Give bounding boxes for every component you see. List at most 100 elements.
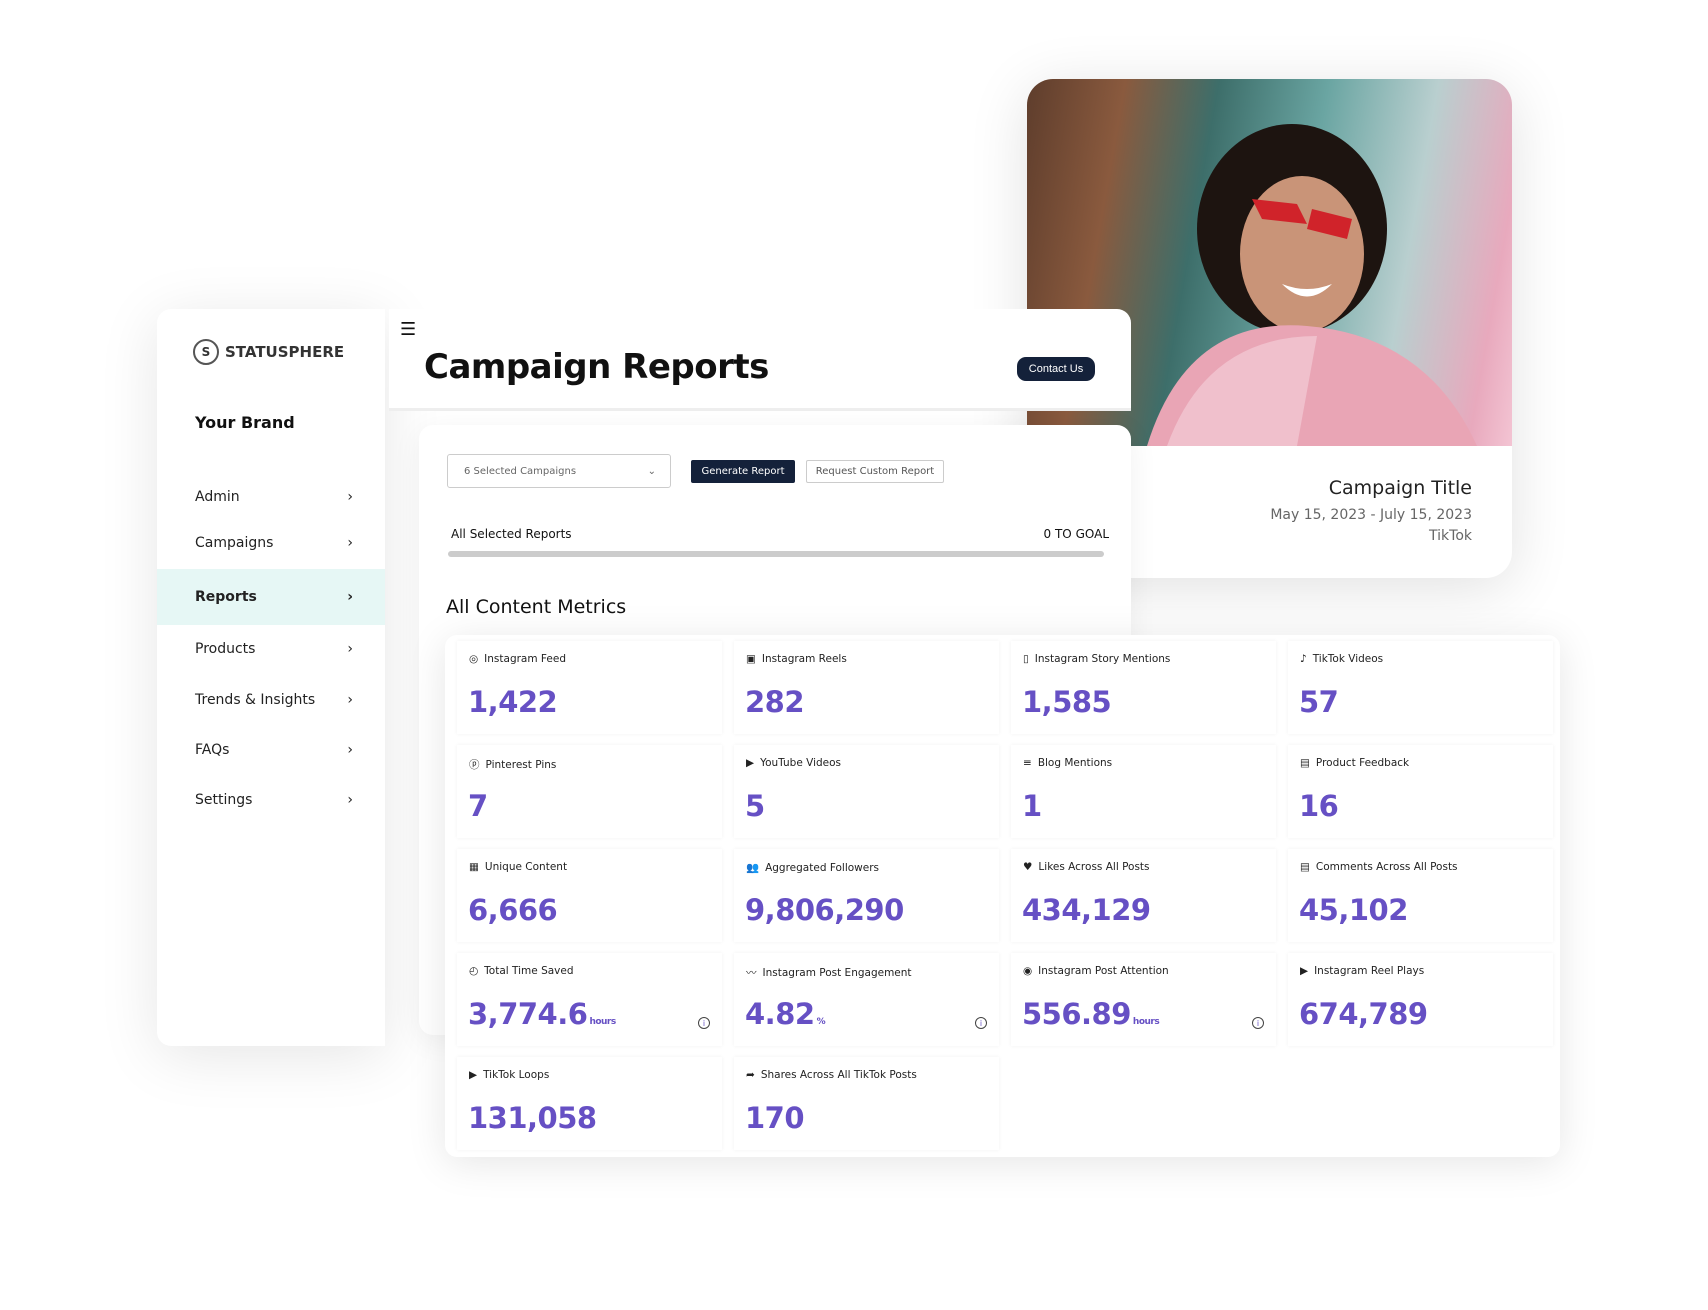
metric-label: TikTok Videos bbox=[1312, 653, 1384, 665]
reels-icon: ▣ bbox=[746, 653, 756, 665]
blog-icon: ≡ bbox=[1023, 757, 1032, 769]
metric-value: 7 bbox=[468, 789, 488, 823]
sidebar-item-label: Settings bbox=[195, 792, 253, 808]
metric-unit: hours bbox=[589, 1017, 616, 1027]
metric-card: ▤ Product Feedback 16 bbox=[1288, 745, 1553, 838]
metric-card: ⓟ Pinterest Pins 7 bbox=[457, 745, 722, 838]
page-header: ☰ Campaign Reports Contact Us bbox=[389, 309, 1131, 411]
logo-icon: S bbox=[193, 339, 219, 365]
feedback-icon: ▤ bbox=[1300, 757, 1310, 769]
comment-icon: ▤ bbox=[1300, 861, 1310, 873]
metric-label: Total Time Saved bbox=[484, 965, 574, 977]
goal-text: 0 TO GOAL bbox=[1043, 527, 1109, 541]
chevron-down-icon: ⌄ bbox=[647, 465, 656, 477]
sidebar-item-faqs[interactable]: FAQs › bbox=[157, 722, 385, 778]
sidebar-item-label: Campaigns bbox=[195, 535, 274, 551]
sidebar-item-campaigns[interactable]: Campaigns › bbox=[157, 515, 385, 571]
metric-value: 556.89 bbox=[1022, 997, 1131, 1031]
heart-icon: ♥ bbox=[1023, 861, 1033, 873]
campaign-platform: TikTok bbox=[1429, 528, 1472, 544]
metric-card: ▦ Unique Content 6,666 bbox=[457, 849, 722, 942]
metric-label: Unique Content bbox=[484, 861, 568, 873]
metric-card: ◴ Total Time Saved 3,774.6 hours i bbox=[457, 953, 722, 1046]
request-custom-report-button[interactable]: Request Custom Report bbox=[806, 460, 944, 483]
campaign-dates: May 15, 2023 - July 15, 2023 bbox=[1270, 507, 1472, 523]
chevron-right-icon: › bbox=[347, 589, 353, 605]
metric-card: ▤ Comments Across All Posts 45,102 bbox=[1288, 849, 1553, 942]
chevron-right-icon: › bbox=[347, 792, 353, 808]
info-icon[interactable]: i bbox=[1252, 1017, 1264, 1029]
logo-text: STATUSPHERE bbox=[225, 343, 345, 361]
metric-card: 〰 Instagram Post Engagement 4.82% i bbox=[734, 953, 999, 1046]
info-icon[interactable]: i bbox=[975, 1017, 987, 1029]
metric-card: ▶ TikTok Loops 131,058 bbox=[457, 1057, 722, 1150]
tiktok-icon: ♪ bbox=[1300, 653, 1307, 665]
metric-value: 282 bbox=[745, 685, 805, 719]
chevron-right-icon: › bbox=[347, 489, 353, 505]
sidebar-item-label: FAQs bbox=[195, 742, 230, 758]
metric-card: ≡ Blog Mentions 1 bbox=[1011, 745, 1276, 838]
metric-value: 1,422 bbox=[468, 685, 558, 719]
metric-value: 45,102 bbox=[1299, 893, 1408, 927]
trend-icon: 〰 bbox=[746, 967, 757, 979]
instagram-icon: ◎ bbox=[469, 653, 479, 665]
followers-icon: 👥 bbox=[746, 862, 760, 874]
contact-us-button[interactable]: Contact Us bbox=[1017, 357, 1095, 381]
sidebar-item-reports[interactable]: Reports › bbox=[157, 569, 385, 625]
metric-value: 16 bbox=[1299, 789, 1339, 823]
youtube-icon: ▶ bbox=[746, 757, 755, 769]
metric-card: ♪ TikTok Videos 57 bbox=[1288, 641, 1553, 734]
chevron-right-icon: › bbox=[347, 535, 353, 551]
campaign-select[interactable]: 6 Selected Campaigns ⌄ bbox=[447, 454, 671, 488]
metric-value: 4.82 bbox=[745, 997, 815, 1031]
metric-label: Pinterest Pins bbox=[485, 758, 557, 771]
progress-label: All Selected Reports bbox=[451, 527, 572, 541]
metric-value: 170 bbox=[745, 1101, 805, 1135]
sidebar-item-settings[interactable]: Settings › bbox=[157, 772, 385, 828]
metric-label: Instagram Story Mentions bbox=[1034, 653, 1171, 665]
sidebar-item-trends-insights[interactable]: Trends & Insights › bbox=[157, 672, 385, 728]
story-icon: ▯ bbox=[1023, 653, 1029, 665]
sidebar-item-products[interactable]: Products › bbox=[157, 621, 385, 677]
campaign-select-value: 6 Selected Campaigns bbox=[464, 465, 577, 477]
progress-bar bbox=[448, 551, 1104, 557]
metric-value: 434,129 bbox=[1022, 893, 1151, 927]
metric-value: 131,058 bbox=[468, 1101, 597, 1135]
hamburger-menu-icon[interactable]: ☰ bbox=[400, 319, 416, 340]
logo[interactable]: S STATUSPHERE bbox=[193, 339, 344, 365]
sidebar: S STATUSPHERE Your Brand Admin › Campaigns ›… bbox=[157, 309, 385, 1046]
metric-value: 1 bbox=[1022, 789, 1042, 823]
metric-label: Shares Across All TikTok Posts bbox=[760, 1069, 917, 1081]
metric-card: ♥ Likes Across All Posts 434,129 bbox=[1011, 849, 1276, 942]
pinterest-icon: ⓟ bbox=[469, 759, 480, 771]
metric-value: 57 bbox=[1299, 685, 1339, 719]
metric-value: 5 bbox=[745, 789, 765, 823]
metric-label: Instagram Reel Plays bbox=[1314, 965, 1425, 977]
metric-card: ▯ Instagram Story Mentions 1,585 bbox=[1011, 641, 1276, 734]
page-title: Campaign Reports bbox=[424, 347, 769, 387]
sidebar-item-label: Admin bbox=[195, 489, 240, 505]
metric-value: 3,774.6 bbox=[468, 997, 588, 1031]
metric-value: 9,806,290 bbox=[745, 893, 904, 927]
campaign-title: Campaign Title bbox=[1328, 477, 1472, 499]
metric-label: Instagram Post Attention bbox=[1038, 965, 1169, 977]
metric-label: Comments Across All Posts bbox=[1315, 861, 1458, 873]
eye-icon: ◉ bbox=[1023, 965, 1033, 977]
metric-label: Likes Across All Posts bbox=[1038, 861, 1150, 873]
chevron-right-icon: › bbox=[347, 742, 353, 758]
metric-card: ◉ Instagram Post Attention 556.89 hours i bbox=[1011, 953, 1276, 1046]
metric-label: Instagram Feed bbox=[484, 653, 566, 665]
info-icon[interactable]: i bbox=[698, 1017, 710, 1029]
brand-name: Your Brand bbox=[195, 413, 295, 432]
metric-card: 👥 Aggregated Followers 9,806,290 bbox=[734, 849, 999, 942]
metric-label: YouTube Videos bbox=[760, 757, 842, 769]
metric-label: Aggregated Followers bbox=[765, 861, 879, 874]
metric-card: ▶ Instagram Reel Plays 674,789 bbox=[1288, 953, 1553, 1046]
metric-value: 1,585 bbox=[1022, 685, 1112, 719]
metric-label: Instagram Post Engagement bbox=[762, 966, 912, 979]
sidebar-item-label: Reports bbox=[195, 589, 257, 605]
timer-icon: ◴ bbox=[469, 965, 479, 977]
metric-card: ▣ Instagram Reels 282 bbox=[734, 641, 999, 734]
generate-report-button[interactable]: Generate Report bbox=[691, 460, 795, 483]
metric-unit: % bbox=[816, 1017, 826, 1027]
